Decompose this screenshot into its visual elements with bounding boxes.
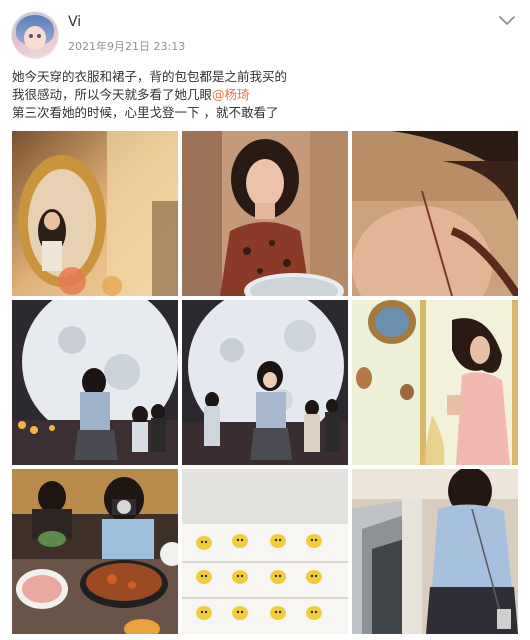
photo-vintage-wall[interactable] <box>352 300 518 465</box>
post-text-line: 我很感动，所以今天就多看了她几眼@杨琦 <box>12 86 518 104</box>
photo-pikachu-pattern[interactable] <box>182 469 348 634</box>
chevron-down-icon[interactable] <box>498 14 516 28</box>
photo-escalator[interactable] <box>352 469 518 634</box>
weibo-post-card: Vi 2021年9月21日 23:13 她今天穿的衣服和裙子，背的包包都是之前我… <box>0 0 530 640</box>
avatar-eye-shape <box>29 34 33 38</box>
photo-moon-lamp-front[interactable] <box>182 300 348 465</box>
post-timestamp[interactable]: 2021年9月21日 23:13 <box>68 38 185 54</box>
photo-portrait-leopard-dress[interactable] <box>182 131 348 296</box>
user-avatar[interactable] <box>12 12 58 58</box>
photo-restaurant-camera[interactable] <box>12 469 178 634</box>
post-text-line: 她今天穿的衣服和裙子，背的包包都是之前我买的 <box>12 69 288 84</box>
mention-link[interactable]: @杨琦 <box>212 87 250 102</box>
photo-mirror-selfie[interactable] <box>12 131 178 296</box>
photo-moon-lamp-back[interactable] <box>12 300 178 465</box>
photo-shoulder-closeup[interactable] <box>352 131 518 296</box>
post-text: 她今天穿的衣服和裙子，背的包包都是之前我买的 我很感动，所以今天就多看了她几眼@… <box>12 68 518 122</box>
post-text-line: 第三次看她的时候，心里戈登一下 ，就不敢看了 <box>12 105 279 120</box>
post-text-segment: 我很感动，所以今天就多看了她几眼 <box>12 87 213 102</box>
photo-grid <box>12 131 518 634</box>
username[interactable]: Vi <box>68 14 81 30</box>
avatar-eye-shape <box>37 34 41 38</box>
avatar-face-shape <box>24 26 46 50</box>
